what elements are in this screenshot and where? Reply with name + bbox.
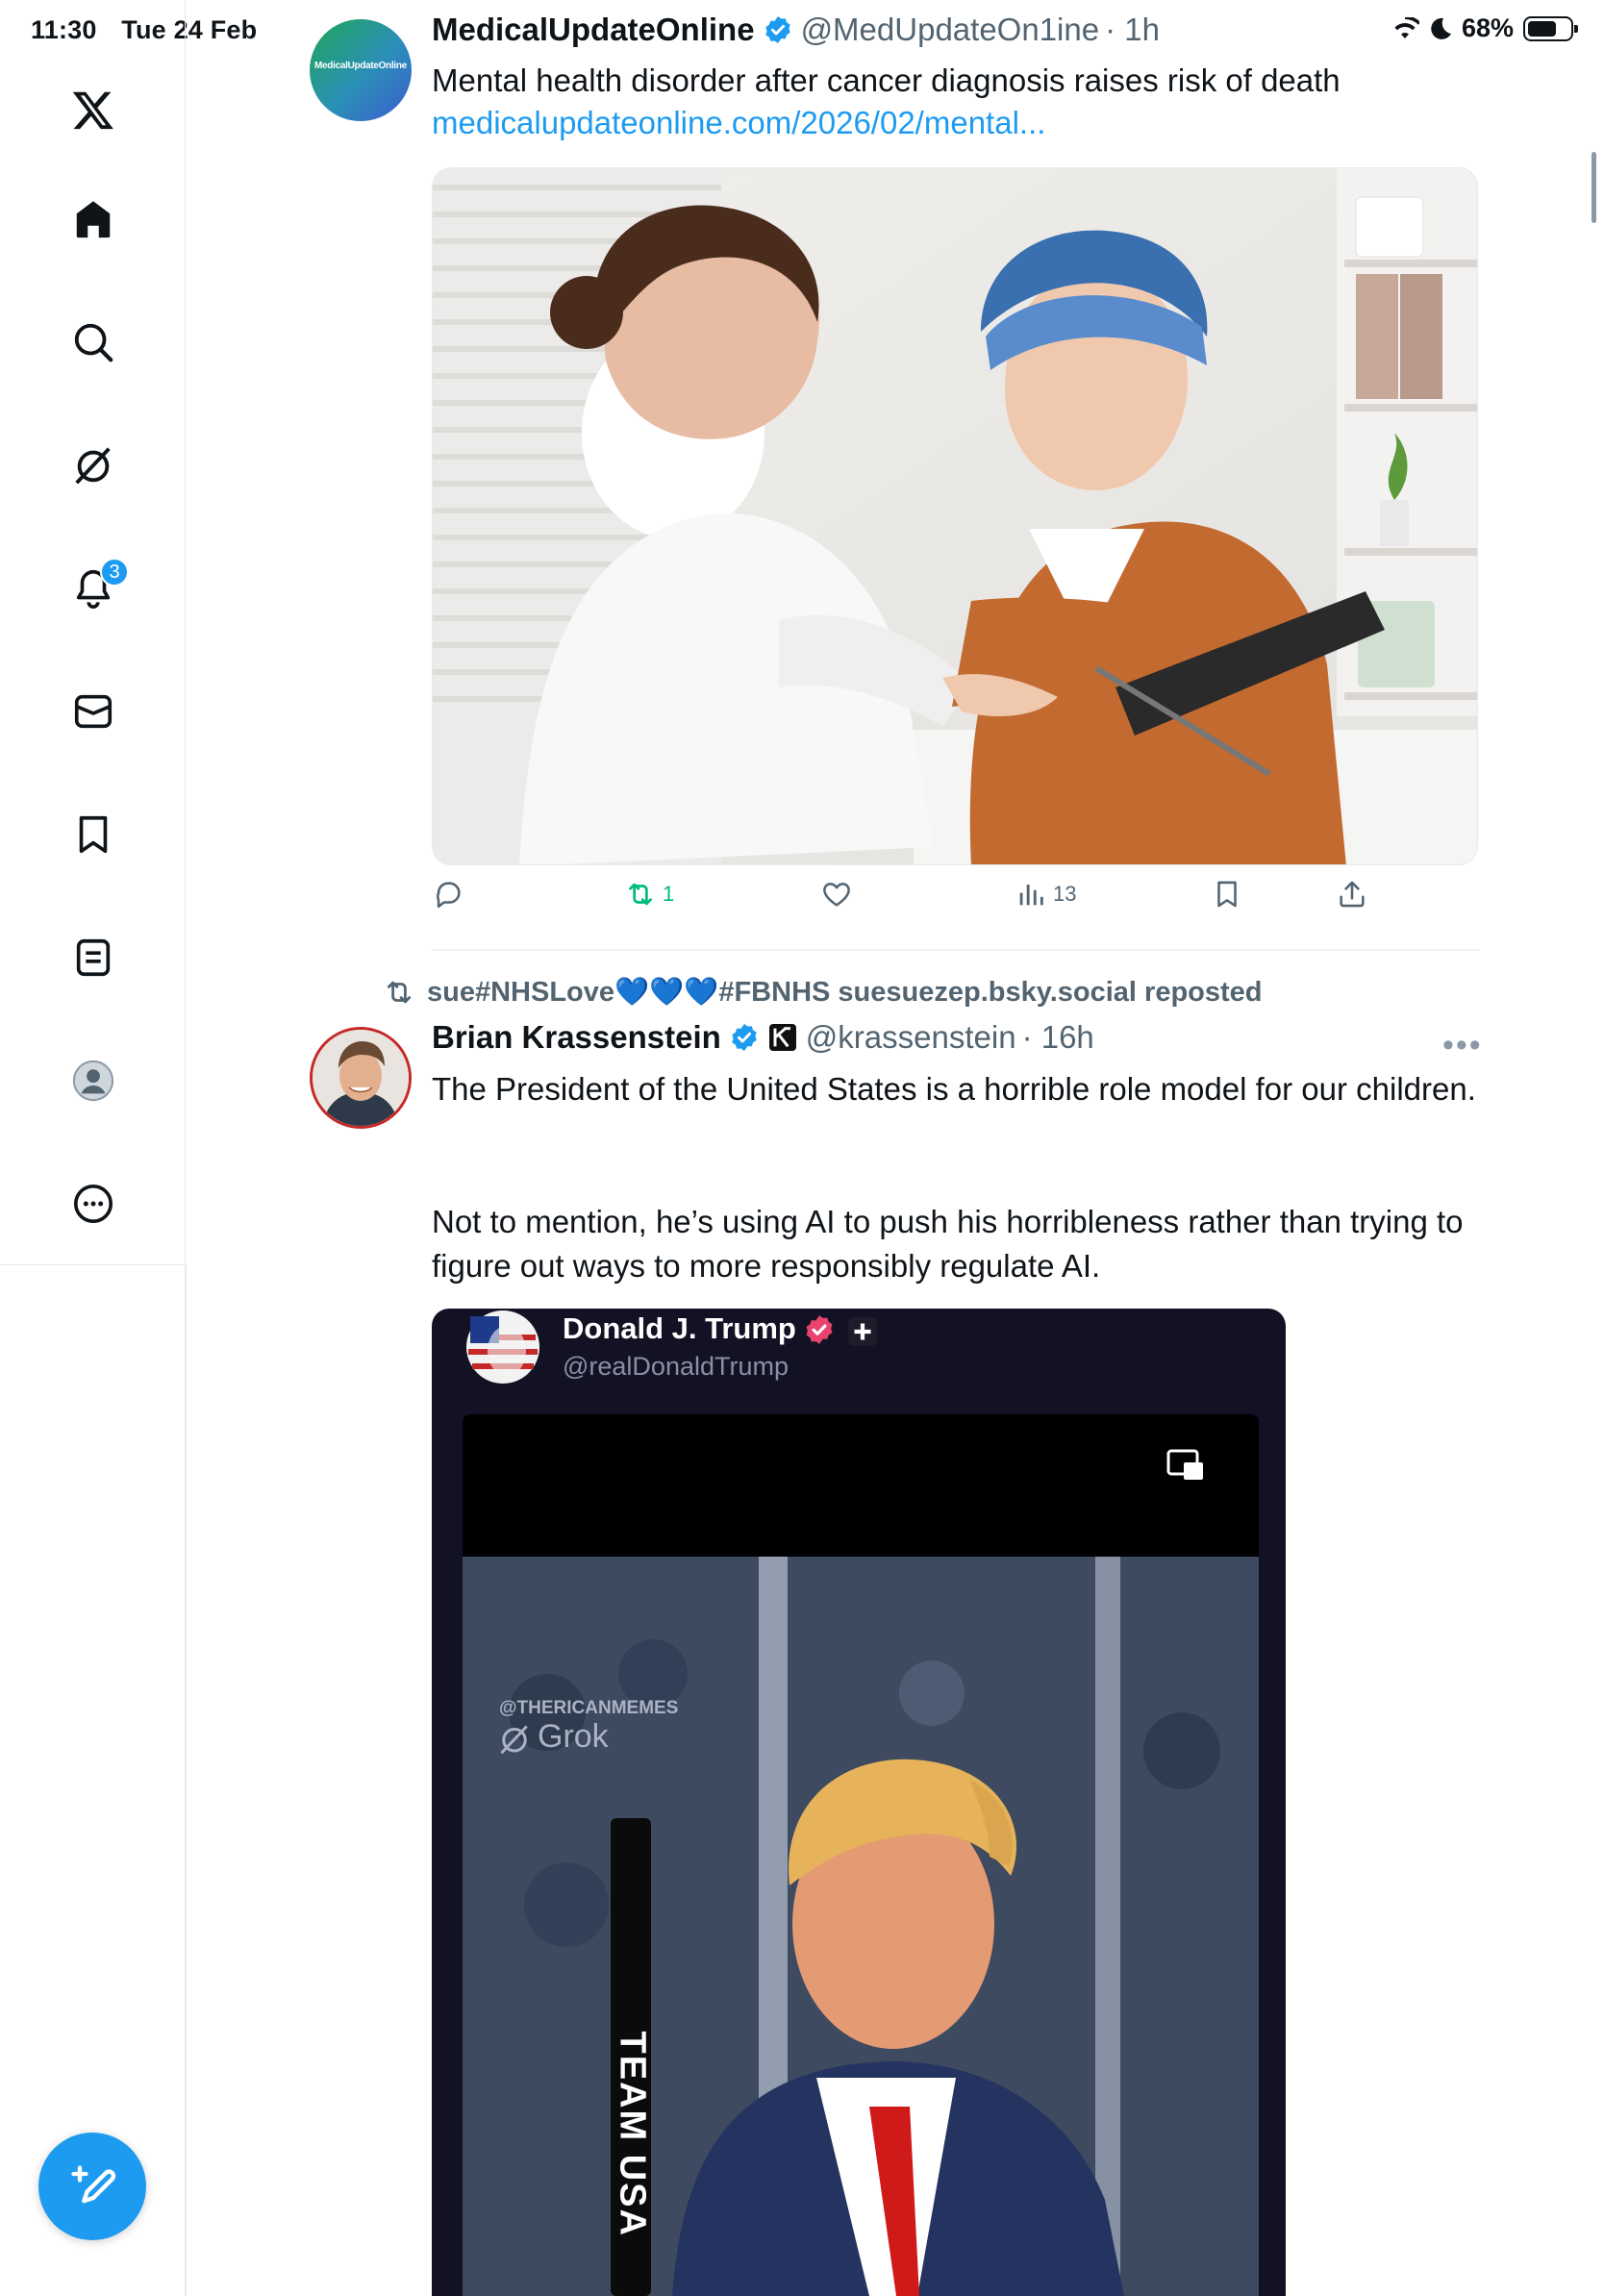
author-handle[interactable]: @krassenstein	[806, 1019, 1016, 1056]
grok-icon	[74, 447, 111, 485]
tweet-header: Brian Krassenstein @krassenstein · 16h	[432, 1019, 1094, 1056]
views-icon	[1019, 885, 1043, 906]
bookmark-icon	[1217, 881, 1237, 908]
video-frame	[463, 1310, 1259, 2296]
tweet-link[interactable]: medicalupdateonline.com/2026/02/mental..…	[432, 105, 1045, 141]
sidebar-divider	[185, 1265, 187, 2296]
more-circle-icon	[73, 1184, 113, 1224]
nav-bookmarks[interactable]	[0, 800, 186, 869]
list-icon	[76, 938, 110, 977]
profile-icon	[72, 1060, 113, 1102]
grok-logo-icon	[500, 1725, 528, 1755]
status-indicators: 68%	[1391, 13, 1578, 43]
nav-grok[interactable]	[0, 431, 186, 500]
tweet-photo	[433, 168, 1477, 864]
bookmark-button[interactable]	[1211, 878, 1243, 911]
verified-icon	[764, 16, 790, 43]
notification-badge: 3	[100, 558, 129, 586]
reply-icon	[437, 882, 461, 909]
compose-button[interactable]	[38, 2133, 146, 2240]
nav-notifications[interactable]: 3	[0, 554, 186, 623]
avatar-photo	[313, 1030, 409, 1126]
tweet-image[interactable]	[432, 167, 1478, 865]
embedded-author-name: Donald J. Trump	[563, 1311, 796, 1345]
views-button[interactable]: 13	[1015, 878, 1076, 911]
stick-text: TEAM USA	[612, 2032, 653, 2237]
video-watermark: @THERICANMEMES	[499, 1698, 679, 1718]
reply-button[interactable]	[432, 878, 470, 911]
nav-more[interactable]	[0, 1169, 186, 1238]
verified-pink-icon	[806, 1315, 833, 1344]
x-logo-icon	[72, 91, 113, 130]
retweet-count: 1	[663, 882, 675, 906]
retweet-icon	[387, 981, 412, 1004]
affiliate-badge-icon	[768, 1024, 796, 1051]
nav-x-logo[interactable]	[0, 75, 186, 144]
heart-icon	[823, 883, 850, 907]
plus-badge-icon	[848, 1317, 877, 1346]
repost-label: sue#NHSLove💙💙💙#FBNHS suesuezep.bsky.soci…	[427, 977, 1263, 1008]
picture-in-picture-icon[interactable]	[1166, 1449, 1205, 1484]
scrollbar[interactable]	[1591, 152, 1596, 223]
compose-icon	[71, 2165, 116, 2204]
tweet-time[interactable]: · 16h	[1022, 1019, 1094, 1056]
mail-icon	[74, 694, 112, 729]
battery-percent: 68%	[1461, 13, 1514, 42]
author-handle[interactable]: @MedUpdateOn1ine	[801, 12, 1100, 48]
tweet-text-paragraph-2: Not to mention, he’s using AI to push hi…	[432, 1204, 1464, 1284]
avatar-logo-text: MedicalUpdateOnline	[314, 61, 407, 71]
share-button[interactable]	[1336, 878, 1368, 911]
tweet-text-paragraph-1: The President of the United States is a …	[432, 1071, 1476, 1107]
wifi-icon	[1394, 16, 1419, 38]
grok-watermark: Grok	[538, 1718, 609, 1755]
more-options-icon[interactable]: •••	[1442, 1027, 1483, 1064]
nav-search[interactable]	[0, 308, 186, 377]
share-icon	[1340, 881, 1365, 908]
embedded-author-handle: @realDonaldTrump	[563, 1352, 789, 1381]
avatar[interactable]	[310, 1027, 412, 1129]
avatar[interactable]: MedicalUpdateOnline	[310, 19, 412, 121]
bookmark-icon	[79, 815, 107, 854]
tweet-time[interactable]: · 1h	[1105, 12, 1160, 48]
author-name[interactable]: MedicalUpdateOnline	[432, 12, 755, 48]
tweet-actions: 1 13	[432, 878, 1480, 926]
embedded-avatar	[466, 1310, 539, 1384]
search-icon	[74, 323, 113, 362]
author-name[interactable]: Brian Krassenstein	[432, 1019, 721, 1056]
battery-icon	[1523, 15, 1578, 41]
retweet-icon	[629, 883, 652, 906]
tweet-text: Mental health disorder after cancer diag…	[432, 62, 1341, 98]
tweet-header: MedicalUpdateOnline @MedUpdateOn1ine · 1…	[432, 12, 1160, 48]
nav-home[interactable]	[0, 185, 186, 254]
nav-lists[interactable]	[0, 923, 186, 992]
like-button[interactable]	[820, 878, 859, 911]
views-count: 13	[1053, 882, 1077, 906]
tweet-divider	[432, 949, 1480, 951]
verified-icon	[732, 1024, 757, 1051]
nav-messages[interactable]	[0, 677, 186, 746]
home-icon	[76, 201, 110, 238]
embedded-video[interactable]: @THERICANMEMES Grok TEAM USA	[432, 1309, 1286, 2296]
retweet-button[interactable]: 1	[624, 878, 674, 911]
repost-context[interactable]: sue#NHSLove💙💙💙#FBNHS suesuezep.bsky.soci…	[383, 976, 1263, 1009]
nav-profile[interactable]	[0, 1046, 186, 1115]
moon-icon	[1431, 17, 1451, 39]
